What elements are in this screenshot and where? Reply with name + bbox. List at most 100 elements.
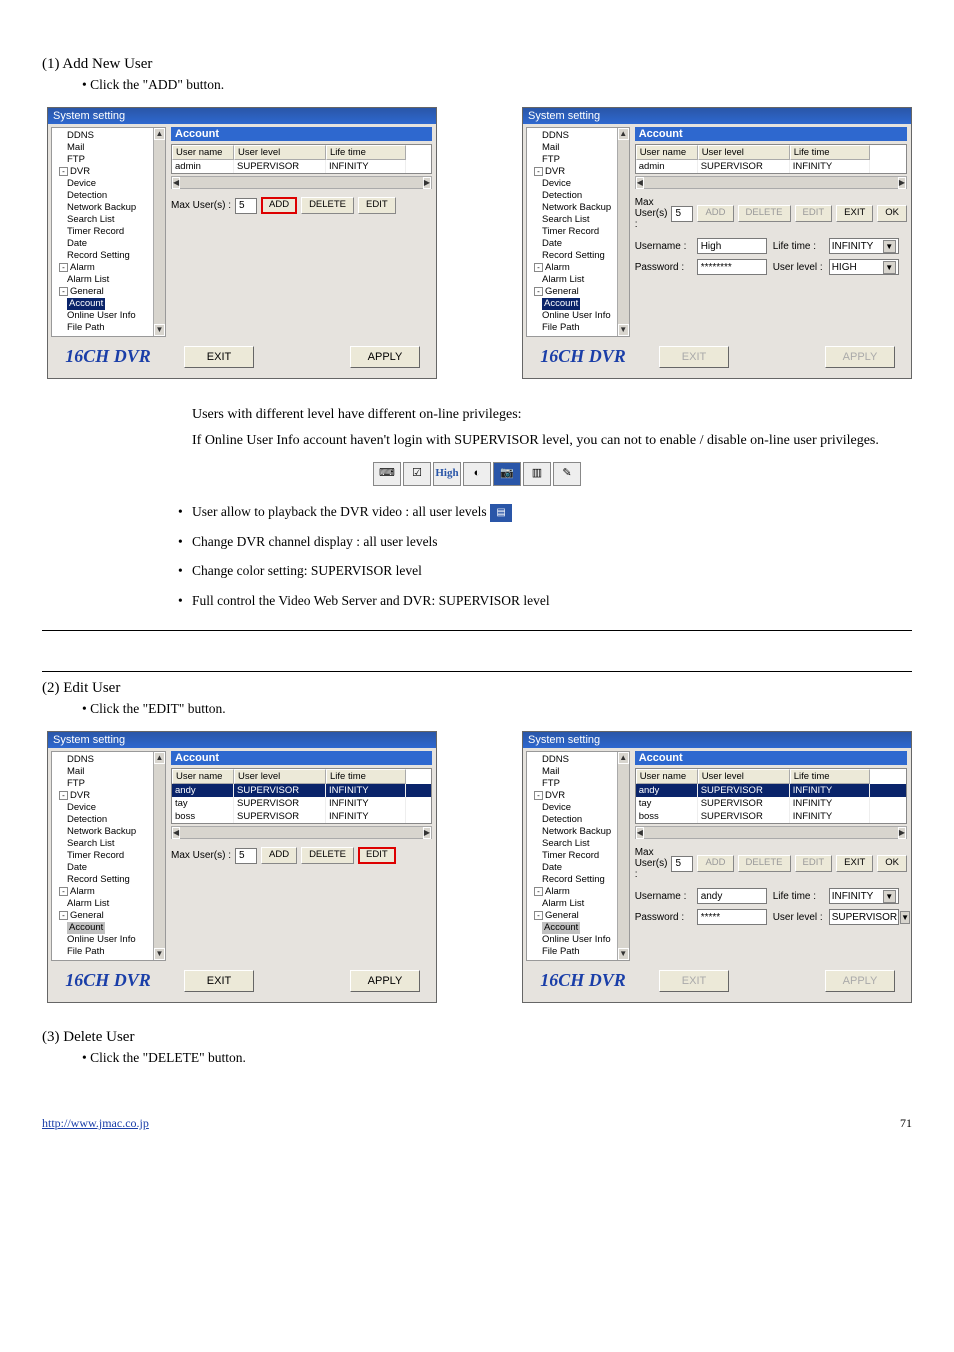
exit-button[interactable]: EXIT	[836, 205, 873, 222]
tree-item[interactable]: -General	[530, 910, 626, 922]
user-grid[interactable]: User name User level Life time admin SUP…	[635, 144, 907, 174]
tree-item[interactable]: -DVR	[55, 166, 162, 178]
tree-item[interactable]: Network Backup	[530, 826, 626, 838]
username-input[interactable]	[697, 238, 767, 254]
table-row[interactable]: andy SUPERVISOR INFINITY	[172, 784, 431, 797]
tree-item[interactable]: Device	[55, 802, 162, 814]
tree-item[interactable]: Record Setting	[55, 874, 162, 886]
tree-item[interactable]: -General	[530, 286, 626, 298]
tree-item[interactable]: Date	[55, 238, 162, 250]
tree-item[interactable]: Device	[55, 178, 162, 190]
tree-item-selected[interactable]: Account	[542, 298, 580, 310]
tree-item[interactable]: FTP	[55, 778, 162, 790]
ok-button[interactable]: OK	[877, 855, 907, 872]
tree-item[interactable]: Mail	[530, 142, 626, 154]
tree-item[interactable]: Alarm List	[530, 274, 626, 286]
tree-item[interactable]: Detection	[530, 190, 626, 202]
tree-item[interactable]: FTP	[530, 778, 626, 790]
scrollbar[interactable]: ▲▼	[617, 128, 629, 336]
scroll-down-icon[interactable]: ▼	[154, 948, 165, 960]
tree-item[interactable]: -Alarm	[530, 262, 626, 274]
tree-item[interactable]: Timer Record	[55, 850, 162, 862]
exit-button[interactable]: EXIT	[184, 970, 254, 992]
tree-item[interactable]: DDNS	[55, 130, 162, 142]
col-userlevel[interactable]: User level	[234, 145, 326, 160]
maxusers-input[interactable]	[671, 206, 693, 222]
tree-item[interactable]: Search List	[55, 838, 162, 850]
tree-item[interactable]: Timer Record	[530, 226, 626, 238]
tree-item[interactable]: Mail	[55, 142, 162, 154]
tree-item[interactable]: FTP	[530, 154, 626, 166]
scroll-right-icon[interactable]: ▶	[423, 827, 431, 839]
table-row[interactable]: andy SUPERVISOR INFINITY	[636, 784, 906, 797]
tree-item[interactable]: Device	[530, 178, 626, 190]
delete-button[interactable]: DELETE	[301, 197, 354, 214]
col-username[interactable]: User name	[172, 145, 234, 160]
user-grid[interactable]: User name User level Life time andy SUPE…	[171, 768, 432, 824]
table-row[interactable]: admin SUPERVISOR INFINITY	[636, 160, 906, 173]
chevron-down-icon[interactable]: ▼	[883, 240, 896, 253]
password-input[interactable]	[697, 909, 767, 925]
chevron-down-icon[interactable]: ▼	[883, 261, 896, 274]
username-input[interactable]	[697, 888, 767, 904]
tree-item[interactable]: DDNS	[530, 754, 626, 766]
tree-item[interactable]: -DVR	[530, 166, 626, 178]
table-row[interactable]: boss SUPERVISOR INFINITY	[172, 810, 431, 823]
tree-item[interactable]: Alarm List	[530, 898, 626, 910]
scroll-right-icon[interactable]: ▶	[423, 177, 431, 189]
tree-item[interactable]: Online User Info	[530, 934, 626, 946]
tree-item[interactable]: Timer Record	[55, 226, 162, 238]
tree-item[interactable]: Record Setting	[530, 250, 626, 262]
apply-button[interactable]: APPLY	[350, 346, 420, 368]
tree-item[interactable]: Online User Info	[55, 934, 162, 946]
h-scrollbar[interactable]: ◀▶	[171, 176, 432, 189]
h-scrollbar[interactable]: ◀▶	[635, 826, 907, 839]
scroll-right-icon[interactable]: ▶	[898, 827, 906, 839]
maxusers-input[interactable]	[235, 848, 257, 864]
userlevel-select[interactable]: HIGH▼	[829, 259, 899, 275]
tree-item[interactable]: -Alarm	[55, 262, 162, 274]
tree-item[interactable]: Record Setting	[530, 874, 626, 886]
user-grid[interactable]: User name User level Life time admin SUP…	[171, 144, 432, 174]
tree-item[interactable]: Detection	[55, 814, 162, 826]
add-button[interactable]: ADD	[261, 847, 297, 864]
tree-item[interactable]: File Path	[55, 322, 162, 334]
h-scrollbar[interactable]: ◀▶	[171, 826, 432, 839]
scroll-up-icon[interactable]: ▲	[618, 128, 629, 140]
col-lifetime[interactable]: Life time	[326, 145, 406, 160]
tree-item[interactable]: Date	[55, 862, 162, 874]
tree-item[interactable]: Online User Info	[55, 310, 162, 322]
apply-button[interactable]: APPLY	[350, 970, 420, 992]
scroll-right-icon[interactable]: ▶	[898, 177, 906, 189]
tree-item[interactable]: Timer Record	[530, 850, 626, 862]
scrollbar[interactable]: ▲▼	[153, 752, 165, 960]
tree-view[interactable]: DDNS Mail FTP -DVR Device Detection Netw…	[51, 751, 166, 961]
tree-item[interactable]: DDNS	[530, 130, 626, 142]
scroll-down-icon[interactable]: ▼	[618, 948, 629, 960]
table-row[interactable]: admin SUPERVISOR INFINITY	[172, 160, 431, 173]
scroll-up-icon[interactable]: ▲	[618, 752, 629, 764]
exit-button[interactable]: EXIT	[184, 346, 254, 368]
exit-button[interactable]: EXIT	[836, 855, 873, 872]
tree-item[interactable]: Network Backup	[530, 202, 626, 214]
tree-item[interactable]: Search List	[530, 838, 626, 850]
user-grid[interactable]: User name User level Life time andy SUPE…	[635, 768, 907, 824]
add-button[interactable]: ADD	[261, 197, 297, 214]
tree-item[interactable]: -Alarm	[55, 886, 162, 898]
footer-link[interactable]: http://www.jmac.co.jp	[42, 1116, 149, 1131]
chevron-down-icon[interactable]: ▼	[883, 890, 896, 903]
userlevel-select[interactable]: SUPERVISOR▼	[829, 909, 899, 925]
tree-item[interactable]: Date	[530, 238, 626, 250]
tree-item[interactable]: -General	[55, 910, 162, 922]
tree-item[interactable]: Search List	[530, 214, 626, 226]
tree-view[interactable]: DDNS Mail FTP -DVR Device Detection Netw…	[526, 127, 630, 337]
scroll-down-icon[interactable]: ▼	[618, 324, 629, 336]
tree-item[interactable]: File Path	[530, 946, 626, 958]
tree-item[interactable]: -General	[55, 286, 162, 298]
edit-button[interactable]: EDIT	[358, 197, 396, 214]
scroll-left-icon[interactable]: ◀	[636, 177, 644, 189]
tree-item[interactable]: Network Backup	[55, 826, 162, 838]
tree-item-selected[interactable]: Account	[67, 922, 105, 934]
tree-item[interactable]: Alarm List	[55, 274, 162, 286]
tree-item[interactable]: Mail	[55, 766, 162, 778]
